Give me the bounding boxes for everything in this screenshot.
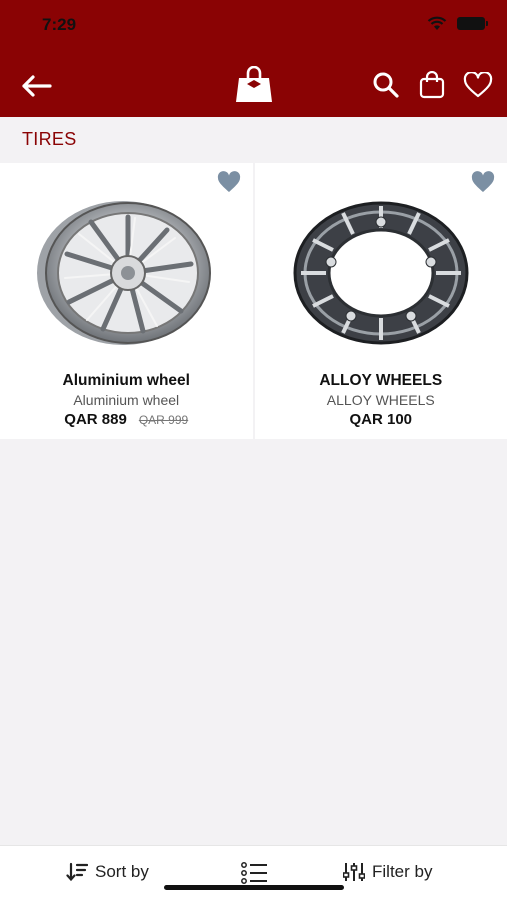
product-card[interactable]: Aluminium wheel Aluminium wheel QAR 889 Q… [0,163,253,439]
shopping-bag-logo [236,66,272,102]
product-subtitle: Aluminium wheel [73,392,180,408]
search-button[interactable] [371,70,401,100]
filter-button[interactable]: Filter by [343,862,432,882]
sort-button[interactable]: Sort by [66,862,149,882]
favorite-heart-icon[interactable] [217,171,241,193]
alloy-wheel-image [293,201,469,345]
product-image [255,198,507,348]
category-bar: TIRES [0,117,507,162]
product-price: QAR 889 [64,411,127,428]
product-subtitle: ALLOY WHEELS [326,392,435,408]
category-title: TIRES [22,129,77,149]
filter-sliders-icon [343,863,365,881]
product-grid: Aluminium wheel Aluminium wheel QAR 889 Q… [0,163,507,439]
app-header: 7:29 [0,0,507,117]
back-button[interactable] [18,70,54,102]
wishlist-button[interactable] [463,70,493,100]
favorite-heart-icon[interactable] [471,171,495,193]
product-image [0,198,253,348]
arrow-left-icon [22,75,52,97]
product-name: Aluminium wheel [62,372,190,389]
heart-icon [463,72,493,98]
list-view-icon [241,862,267,884]
header-actions [371,70,493,100]
price-row: QAR 889 QAR 999 [0,411,253,429]
filter-label: Filter by [372,862,433,881]
wifi-icon [427,16,447,30]
list-view-button[interactable] [240,862,268,884]
home-indicator[interactable] [164,885,344,890]
chrome-wheel-image [37,201,212,345]
sort-label: Sort by [95,862,149,881]
status-time: 7:29 [42,15,77,34]
bottom-toolbar: Sort by Filter by [0,845,507,900]
cart-button[interactable] [417,70,447,100]
bag-icon [419,71,445,99]
product-price: QAR 100 [349,411,413,428]
battery-icon [457,17,488,30]
product-name: ALLOY WHEELS [319,372,443,389]
status-icons [427,16,488,31]
sort-icon [66,862,88,882]
product-card[interactable]: ALLOY WHEELS ALLOY WHEELS QAR 100 [254,163,507,439]
search-icon [373,72,399,98]
product-old-price: QAR 999 [138,413,189,427]
price-row: QAR 100 [255,411,507,429]
